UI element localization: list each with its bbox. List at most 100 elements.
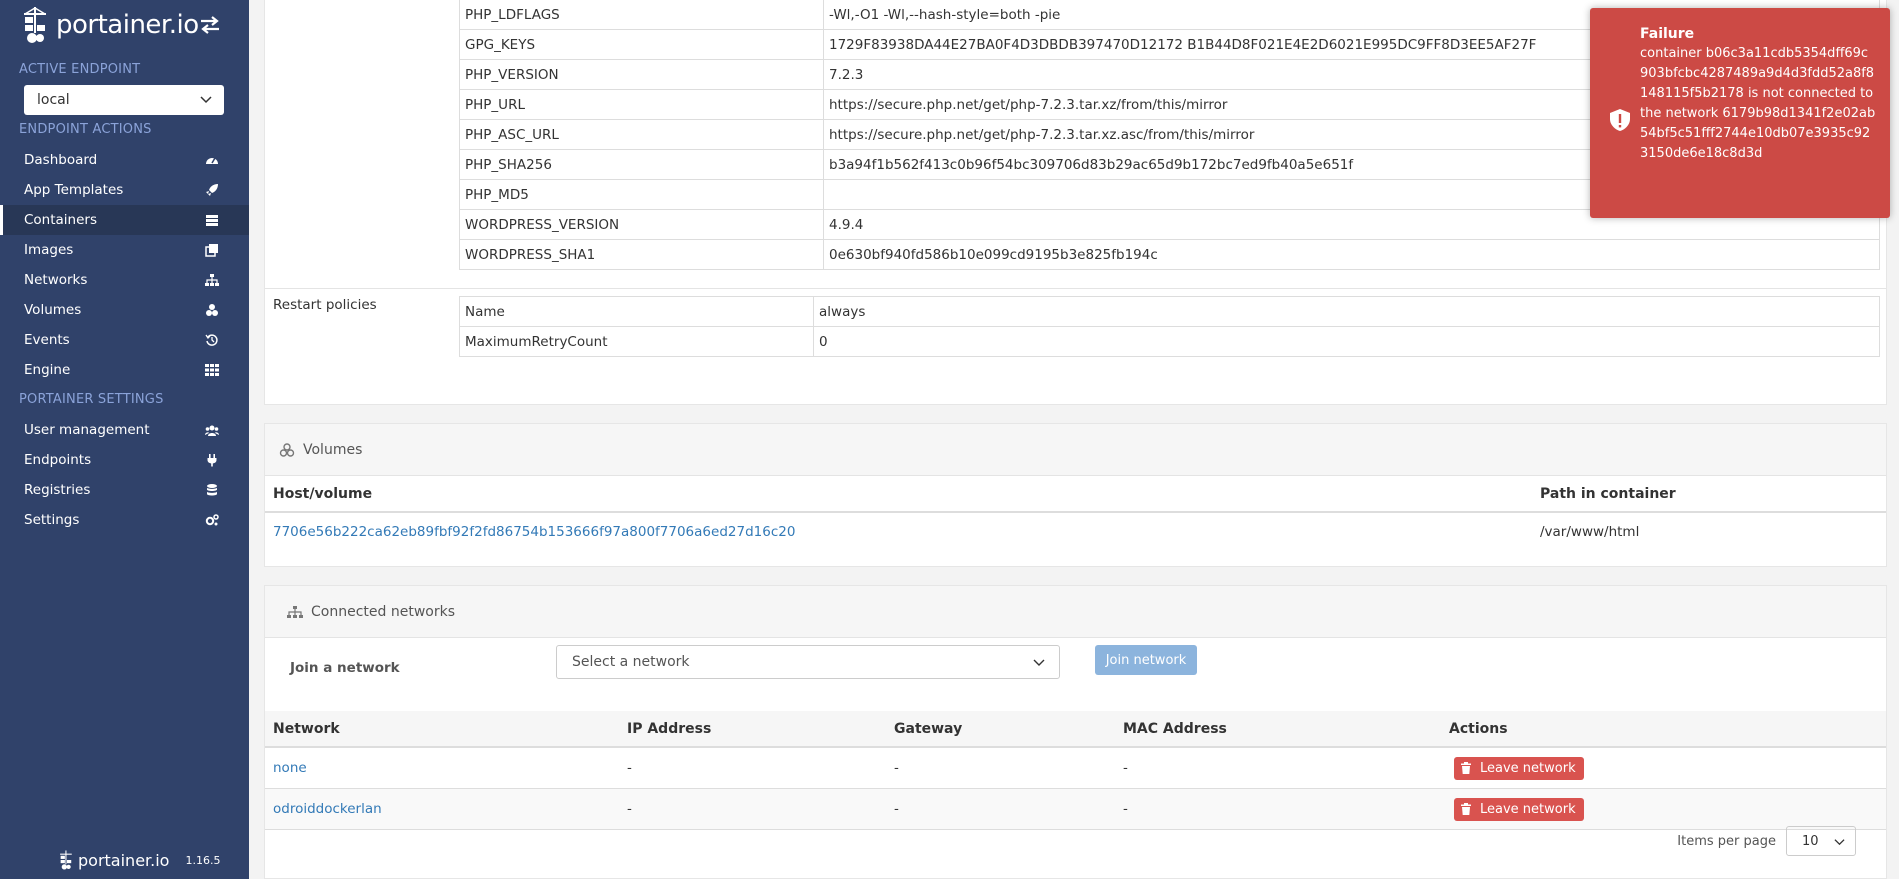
networks-panel-header: Connected networks <box>265 586 1886 638</box>
volumes-title: Volumes <box>303 441 363 458</box>
volumes-panel: Volumes Host/volume Path in container 77… <box>264 423 1887 567</box>
footer-brand-name: portainer.io <box>78 850 170 870</box>
gateway: - <box>894 801 899 817</box>
chevron-down-icon <box>200 96 212 104</box>
sidebar-item-dashboard[interactable]: Dashboard <box>0 145 249 175</box>
sitemap-icon <box>287 605 303 618</box>
mac-address: - <box>1123 801 1128 817</box>
ip-address: - <box>627 801 632 817</box>
sidebar-item-networks[interactable]: Networks <box>0 265 249 295</box>
restart-key: Name <box>459 296 814 327</box>
sidebar-item-registries[interactable]: Registries <box>0 475 249 505</box>
portainer-logo-icon <box>60 850 72 870</box>
restart-policies-label: Restart policies <box>273 297 377 313</box>
leave-network-button[interactable]: Leave network <box>1454 756 1584 780</box>
endpoint-select[interactable]: local <box>24 85 224 115</box>
env-key: PHP_ASC_URL <box>459 119 824 150</box>
sidebar-item-label: Volumes <box>24 302 82 318</box>
brand[interactable]: portainer.io <box>0 0 249 50</box>
leave-network-label: Leave network <box>1480 801 1576 817</box>
sidebar-item-engine[interactable]: Engine <box>0 355 249 385</box>
col-network[interactable]: Network <box>265 721 627 737</box>
volumes-panel-header: Volumes <box>265 424 1886 476</box>
database-icon <box>207 484 217 496</box>
leave-network-label: Leave network <box>1480 760 1576 776</box>
connected-networks-panel: Connected networks Join a network Select… <box>264 585 1887 879</box>
col-ip-address[interactable]: IP Address <box>627 721 894 737</box>
table-row: odroiddockerlan - - - Leave network <box>265 789 1886 830</box>
env-key: PHP_MD5 <box>459 179 824 210</box>
version-label: 1.16.5 <box>185 853 221 867</box>
mac-address: - <box>1123 760 1128 776</box>
col-mac-address[interactable]: MAC Address <box>1123 721 1449 737</box>
sidebar-item-user-management[interactable]: User management <box>0 415 249 445</box>
cubes-icon <box>206 304 218 316</box>
error-toast[interactable]: Failure container b06c3a11cdb5354dff69c9… <box>1590 8 1890 218</box>
sidebar-item-images[interactable]: Images <box>0 235 249 265</box>
sidebar-item-label: Images <box>24 242 74 258</box>
table-row: 7706e56b222ca62eb89fbf92f2fd86754b153666… <box>265 513 1886 550</box>
toast-message: container b06c3a11cdb5354dff69c903bfcbc4… <box>1640 46 1876 161</box>
join-network-form: Join a network Select a network Join net… <box>265 638 1886 711</box>
sidebar-item-events[interactable]: Events <box>0 325 249 355</box>
env-key: WORDPRESS_SHA1 <box>459 239 824 270</box>
leave-network-button[interactable]: Leave network <box>1454 797 1584 821</box>
volume-link[interactable]: 7706e56b222ca62eb89fbf92f2fd86754b153666… <box>273 524 795 540</box>
network-link[interactable]: none <box>273 760 307 776</box>
sidebar-item-label: Settings <box>24 512 80 528</box>
sidebar-item-app-templates[interactable]: App Templates <box>0 175 249 205</box>
gateway: - <box>894 760 899 776</box>
restart-value: always <box>813 296 1880 327</box>
exchange-icon[interactable] <box>199 16 221 34</box>
networks-title: Connected networks <box>311 603 455 620</box>
items-per-page-label: Items per page <box>1677 833 1776 849</box>
network-select[interactable]: Select a network <box>556 645 1060 679</box>
plug-icon <box>207 454 217 467</box>
sitemap-icon <box>205 274 219 286</box>
join-network-button[interactable]: Join network <box>1095 645 1197 675</box>
endpoint-actions-title: ENDPOINT ACTIONS <box>19 122 152 137</box>
sidebar-item-label: Events <box>24 332 70 348</box>
networks-table: Network IP Address Gateway MAC Address A… <box>265 711 1886 830</box>
ip-address: - <box>627 760 632 776</box>
sidebar-item-volumes[interactable]: Volumes <box>0 295 249 325</box>
sidebar-item-settings[interactable]: Settings <box>0 505 249 535</box>
pagination-limit: Items per page 10 <box>1677 826 1856 856</box>
env-key: GPG_KEYS <box>459 29 824 60</box>
sidebar-item-endpoints[interactable]: Endpoints <box>0 445 249 475</box>
network-select-placeholder: Select a network <box>572 654 690 670</box>
portainer-logo-icon <box>24 7 46 43</box>
sidebar-item-label: Containers <box>24 212 98 228</box>
env-key: PHP_SHA256 <box>459 149 824 180</box>
list-icon <box>206 215 218 226</box>
items-per-page-select[interactable]: 10 <box>1786 826 1856 856</box>
col-actions: Actions <box>1449 720 1508 737</box>
volume-path: /var/www/html <box>1540 523 1640 540</box>
sidebar-item-containers[interactable]: Containers <box>0 205 249 235</box>
exclamation-shield-icon <box>1610 109 1630 131</box>
endpoint-select-value: local <box>37 92 70 108</box>
table-row: WORDPRESS_SHA1 0e630bf940fd586b10e099cd91… <box>459 239 1880 270</box>
sidebar-item-label: Registries <box>24 482 91 498</box>
divider <box>265 288 1886 289</box>
th-icon <box>205 364 219 376</box>
env-key: PHP_URL <box>459 89 824 120</box>
trash-icon <box>1461 803 1471 815</box>
sidebar-item-label: App Templates <box>24 182 124 198</box>
table-row: Name always <box>459 296 1880 327</box>
restart-key: MaximumRetryCount <box>459 326 814 357</box>
volumes-table-header: Host/volume Path in container <box>265 476 1886 513</box>
toast-title: Failure <box>1640 26 1695 42</box>
networks-table-header: Network IP Address Gateway MAC Address A… <box>265 711 1886 748</box>
sidebar-item-label: Dashboard <box>24 152 98 168</box>
restart-value: 0 <box>813 326 1880 357</box>
sidebar-item-label: User management <box>24 422 150 438</box>
join-network-label: Join a network <box>290 660 400 676</box>
restart-policies-table: Name always MaximumRetryCount 0 <box>459 296 1880 357</box>
sidebar-footer: portainer.io 1.16.5 <box>58 847 220 873</box>
col-gateway[interactable]: Gateway <box>894 721 1123 737</box>
network-link[interactable]: odroiddockerlan <box>273 801 382 817</box>
active-endpoint-title: ACTIVE ENDPOINT <box>19 62 141 77</box>
sidebar-item-label: Engine <box>24 362 71 378</box>
toast-body: Failure container b06c3a11cdb5354dff69c9… <box>1640 24 1876 164</box>
